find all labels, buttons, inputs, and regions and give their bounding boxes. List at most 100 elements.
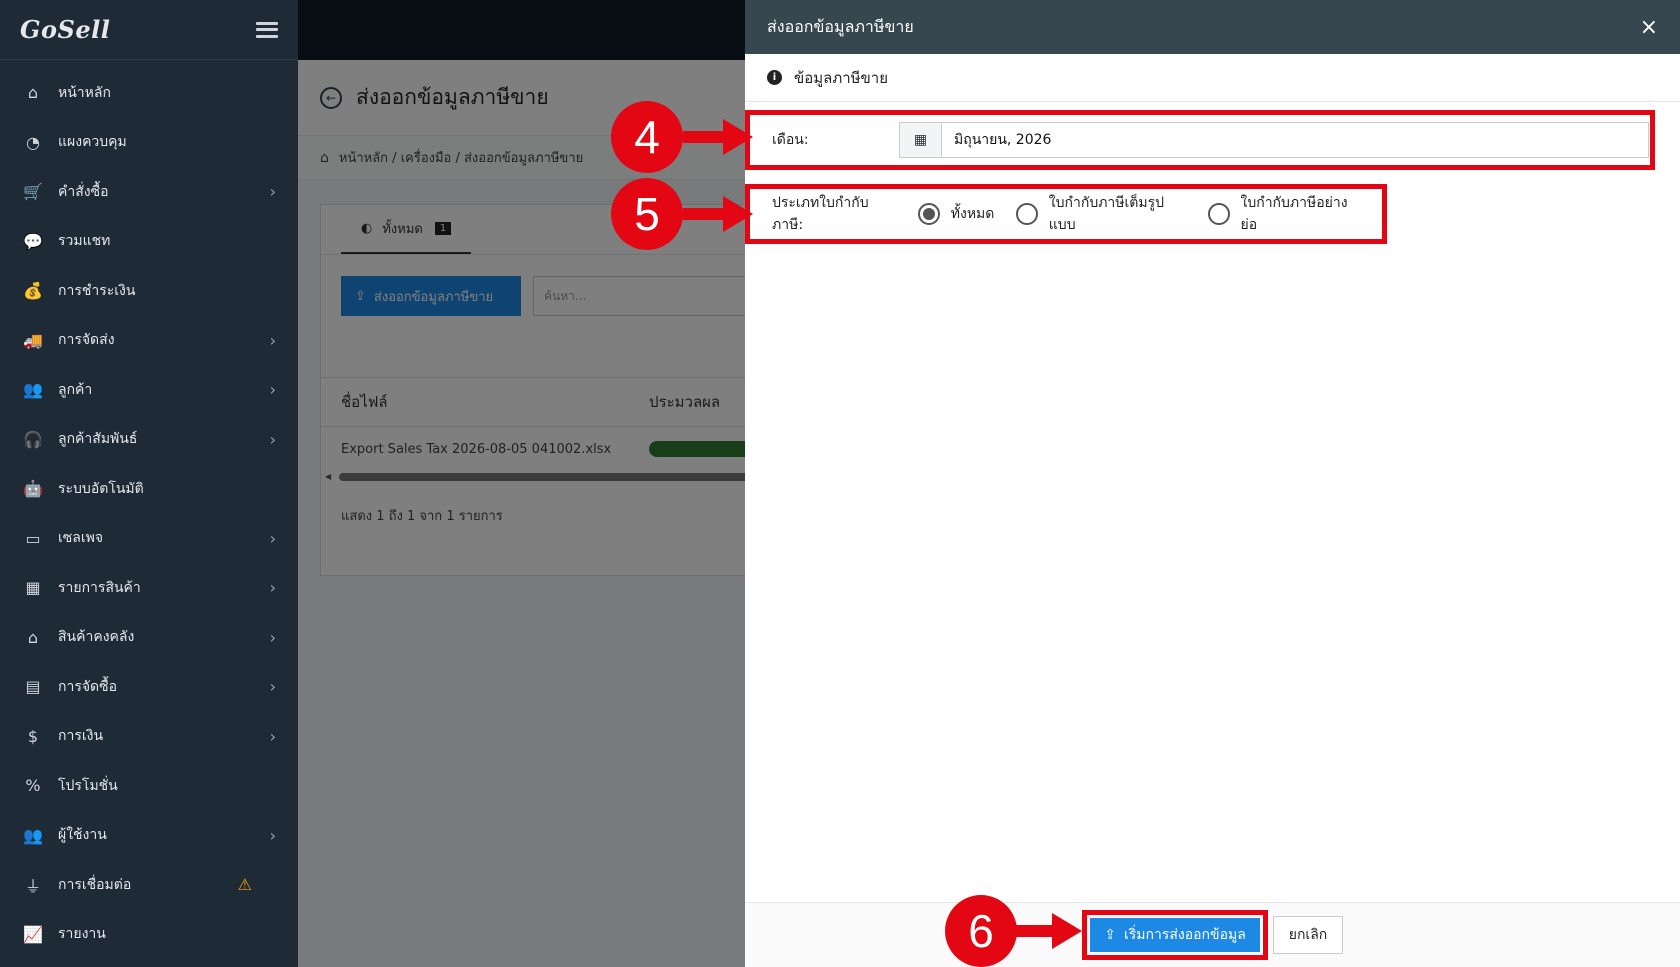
chevron-right-icon[interactable]: › xyxy=(270,628,276,647)
sidebar-item-5[interactable]: 🚚 การจัดส่ง › xyxy=(0,316,298,366)
step-6-arrow-icon xyxy=(1012,913,1082,949)
invoice-type-label: ประเภทใบกำกับภาษี: xyxy=(772,195,869,233)
section-title: ข้อมูลภาษีขาย xyxy=(794,68,889,87)
sidebar-item-label: การเงิน xyxy=(58,728,104,745)
chat-icon: 💬 xyxy=(23,231,43,251)
cancel-button[interactable]: ยกเลิก xyxy=(1273,916,1343,954)
sidebar-item-11[interactable]: ⌂ สินค้าคงคลัง › xyxy=(0,613,298,663)
truck-icon: 🚚 xyxy=(23,330,43,350)
sidebar-item-9[interactable]: ▭ เซลเพจ › xyxy=(0,514,298,564)
sidebar-item-label: เซลเพจ xyxy=(58,530,104,547)
sidebar-item-label: ผู้ใช้งาน xyxy=(58,827,107,844)
radio-option-all[interactable]: ทั้งหมด xyxy=(917,203,994,225)
warning-icon: ⚠ xyxy=(237,875,252,895)
user-group-icon: 👥 xyxy=(23,825,43,845)
sidebar-menu: ⌂ หน้าหลัก ◔ แผงควบคุม 🛒 คำสั่งซื้อ › 💬 รวมแชท 💰 ก… xyxy=(0,60,298,959)
chart-icon: 📈 xyxy=(23,924,43,944)
chevron-right-icon[interactable]: › xyxy=(270,727,276,746)
start-export-label: เริ่มการส่งออกข้อมูล xyxy=(1123,927,1246,943)
robot-icon: 🤖 xyxy=(23,479,43,499)
radio-option-full-tax-invoice[interactable]: ใบกำกับภาษีเต็มรูปแบบ xyxy=(1016,192,1186,236)
month-value: มิถุนายน, 2026 xyxy=(954,132,1052,148)
start-export-button[interactable]: ⇪ เริ่มการส่งออกข้อมูล xyxy=(1090,918,1260,952)
sidebar: GoSell ⌂ หน้าหลัก ◔ แผงควบคุม 🛒 คำสั่งซื้อ › 💬 ร… xyxy=(0,0,298,967)
plug-icon: ⏚ xyxy=(24,876,41,896)
sidebar-item-12[interactable]: ▤ การจัดซื้อ › xyxy=(0,662,298,712)
chevron-right-icon[interactable]: › xyxy=(270,380,276,399)
step-5-badge: 5 xyxy=(611,178,683,250)
drawer-title: ส่งออกข้อมูลภาษีขาย xyxy=(767,16,914,36)
pallet-icon: ▤ xyxy=(25,677,41,697)
home-icon: ⌂ xyxy=(27,83,39,103)
step-5-arrow-icon xyxy=(683,196,753,232)
radio-option-abbreviated-tax-invoice[interactable]: ใบกำกับภาษีอย่างย่อ xyxy=(1208,192,1360,236)
calendar-icon[interactable]: ▦ xyxy=(900,123,942,157)
sidebar-item-16[interactable]: ⏚ การเชื่อมต่อ ⚠ xyxy=(0,860,298,910)
percent-icon: % xyxy=(25,776,41,796)
radio-full-tax-invoice[interactable] xyxy=(1016,203,1038,225)
sidebar-item-label: หน้าหลัก xyxy=(58,84,111,101)
sidebar-item-2[interactable]: 🛒 คำสั่งซื้อ › xyxy=(0,167,298,217)
export-drawer: ส่งออกข้อมูลภาษีขาย × i ข้อมูลภาษีขาย เด… xyxy=(745,0,1680,967)
step-4-arrow-icon xyxy=(683,119,753,155)
step-6-badge: 6 xyxy=(945,895,1017,967)
chevron-right-icon[interactable]: › xyxy=(270,430,276,449)
warehouse-icon: ⌂ xyxy=(27,627,39,647)
sidebar-item-7[interactable]: 🎧 ลูกค้าสัมพันธ์ › xyxy=(0,415,298,465)
month-label: เดือน: xyxy=(772,132,809,148)
dashboard-icon: ◔ xyxy=(26,132,40,152)
logo[interactable]: GoSell xyxy=(20,15,110,44)
chevron-right-icon[interactable]: › xyxy=(270,677,276,696)
sidebar-item-label: การเชื่อมต่อ xyxy=(58,876,132,893)
sidebar-item-label: รวมแชท xyxy=(58,233,111,250)
chevron-right-icon[interactable]: › xyxy=(270,182,276,201)
window-icon: ▭ xyxy=(25,528,41,548)
sidebar-item-label: รายงาน xyxy=(58,926,106,943)
drawer-footer: ⇪ เริ่มการส่งออกข้อมูล ยกเลิก xyxy=(745,902,1680,967)
sidebar-item-17[interactable]: 📈 รายงาน xyxy=(0,910,298,960)
sidebar-item-label: ลูกค้าสัมพันธ์ xyxy=(58,431,138,448)
sidebar-item-1[interactable]: ◔ แผงควบคุม xyxy=(0,118,298,168)
sidebar-item-label: สินค้าคงคลัง xyxy=(58,629,135,646)
radio-label-abbreviated-tax-invoice: ใบกำกับภาษีอย่างย่อ xyxy=(1240,195,1348,233)
sidebar-item-label: การจัดส่ง xyxy=(58,332,115,349)
month-picker[interactable]: ▦ มิถุนายน, 2026 xyxy=(899,122,1649,158)
start-export-highlight: ⇪ เริ่มการส่งออกข้อมูล xyxy=(1082,910,1268,960)
chevron-right-icon[interactable]: › xyxy=(270,826,276,845)
invoice-type-row: ประเภทใบกำกับภาษี: ทั้งหมด ใบกำกับภาษีเต… xyxy=(745,184,1387,244)
sidebar-item-8[interactable]: 🤖 ระบบอัตโนมัติ xyxy=(0,464,298,514)
chevron-right-icon[interactable]: › xyxy=(270,578,276,597)
sidebar-item-10[interactable]: ▦ รายการสินค้า › xyxy=(0,563,298,613)
sidebar-item-6[interactable]: 👥 ลูกค้า › xyxy=(0,365,298,415)
sidebar-item-label: คำสั่งซื้อ xyxy=(58,183,109,200)
chevron-right-icon[interactable]: › xyxy=(270,529,276,548)
sidebar-item-label: การชำระเงิน xyxy=(58,282,136,299)
users-icon: 👥 xyxy=(23,380,43,400)
radio-all[interactable] xyxy=(917,203,940,225)
info-icon: i xyxy=(767,70,782,85)
sidebar-item-label: การจัดซื้อ xyxy=(58,678,118,695)
radio-abbreviated-tax-invoice[interactable] xyxy=(1208,203,1230,225)
sidebar-item-label: รายการสินค้า xyxy=(58,579,141,596)
chevron-right-icon[interactable]: › xyxy=(270,331,276,350)
cart-icon: 🛒 xyxy=(23,182,43,202)
hamburger-menu-icon[interactable] xyxy=(256,21,278,38)
export-icon: ⇪ xyxy=(1104,927,1116,943)
boxes-icon: ▦ xyxy=(25,578,41,598)
sidebar-item-4[interactable]: 💰 การชำระเงิน xyxy=(0,266,298,316)
sidebar-item-13[interactable]: $ การเงิน › xyxy=(0,712,298,762)
sidebar-item-label: ลูกค้า xyxy=(58,381,93,398)
close-icon[interactable]: × xyxy=(1640,15,1658,40)
sidebar-item-14[interactable]: % โปรโมชั่น xyxy=(0,761,298,811)
sidebar-item-label: แผงควบคุม xyxy=(58,134,127,151)
headset-icon: 🎧 xyxy=(23,429,43,449)
step-4-badge: 4 xyxy=(611,101,683,173)
sidebar-item-3[interactable]: 💬 รวมแชท xyxy=(0,217,298,267)
sidebar-item-label: โปรโมชั่น xyxy=(58,777,118,794)
section-header: i ข้อมูลภาษีขาย xyxy=(745,54,1680,102)
month-field-row: เดือน: ▦ มิถุนายน, 2026 xyxy=(745,110,1655,170)
sidebar-item-0[interactable]: ⌂ หน้าหลัก xyxy=(0,68,298,118)
sidebar-item-15[interactable]: 👥 ผู้ใช้งาน › xyxy=(0,811,298,861)
drawer-header: ส่งออกข้อมูลภาษีขาย × xyxy=(745,0,1680,54)
radio-label-full-tax-invoice: ใบกำกับภาษีเต็มรูปแบบ xyxy=(1048,195,1165,233)
